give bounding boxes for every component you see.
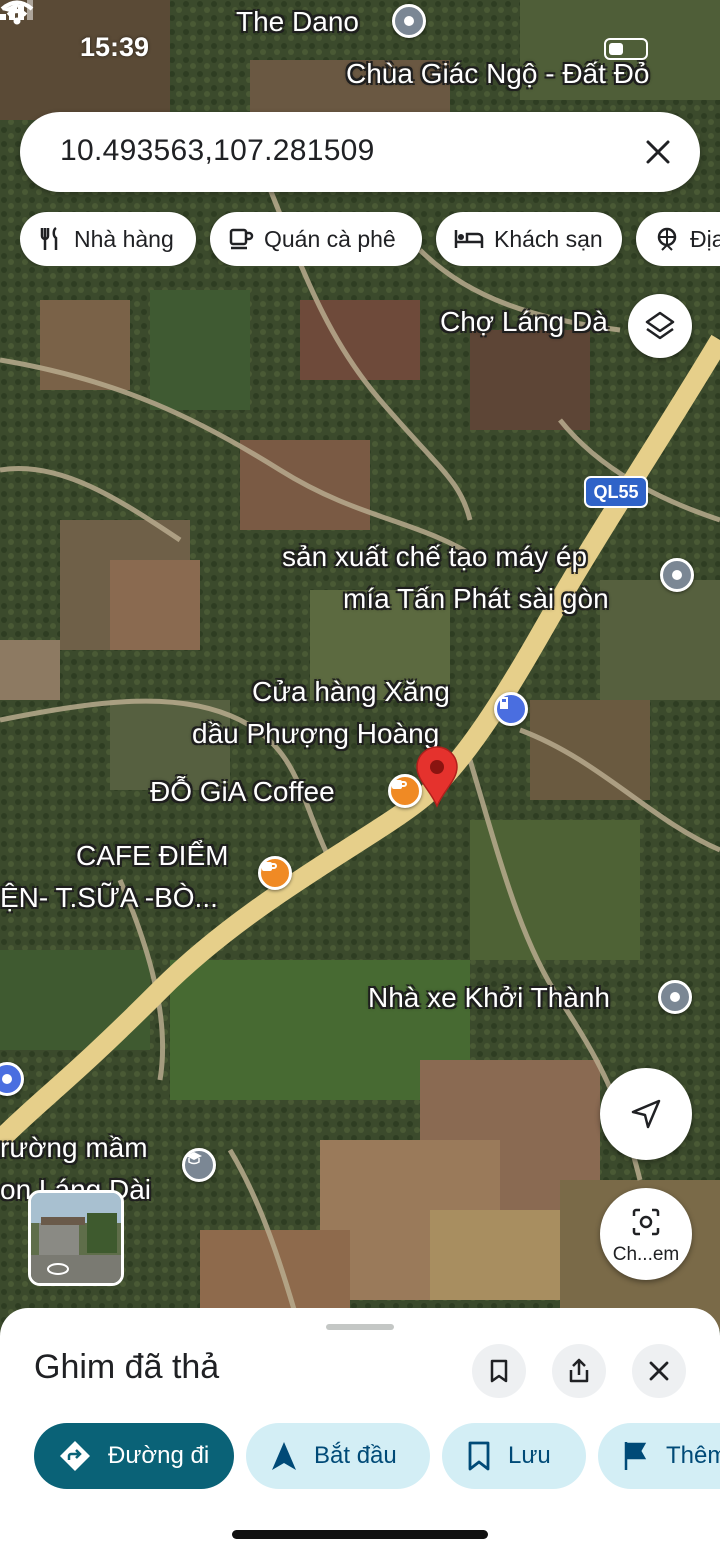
chip-label: Địa (690, 225, 720, 252)
chip-label: Nhà hàng (74, 225, 174, 252)
more-label: Thêm (666, 1442, 720, 1469)
start-label: Bắt đầu (314, 1442, 397, 1469)
place-label-cafe-diem-line2[interactable]: ỆN- T.SỮA -BÒ... (0, 880, 218, 916)
category-chips: Nhà hàng Quán cà phê Khách sạn Địa (20, 212, 720, 266)
street-view-thumbnail[interactable] (28, 1190, 124, 1286)
camera-lens-icon (632, 1208, 660, 1236)
home-indicator[interactable] (232, 1530, 488, 1539)
place-label-nha-xe[interactable]: Nhà xe Khởi Thành (368, 980, 610, 1016)
place-label-cafe-diem-line1[interactable]: CAFE ĐIỂM (76, 838, 228, 874)
place-pin-icon[interactable] (660, 558, 694, 592)
bookmark-icon (490, 1359, 508, 1383)
bottom-sheet: Ghim đã thả Đường đi Bắt đầu Lưu Thêm (0, 1308, 720, 1560)
status-time: 15:39 (80, 32, 150, 62)
layers-button[interactable] (628, 294, 692, 358)
drag-handle[interactable] (326, 1324, 394, 1330)
save-label: Lưu (508, 1442, 551, 1469)
close-icon (649, 1361, 669, 1381)
navigation-arrow-icon (272, 1442, 296, 1470)
layers-icon (645, 311, 675, 340)
place-label-xang-line1[interactable]: Cửa hàng Xăng (252, 674, 450, 710)
action-buttons: Đường đi Bắt đầu Lưu Thêm (34, 1423, 720, 1489)
coffee-pin-icon[interactable] (258, 856, 292, 890)
bookmark-icon (468, 1441, 490, 1471)
status-bar: 15:39 (0, 0, 720, 100)
fork-knife-icon (40, 226, 58, 250)
directions-button[interactable]: Đường đi (34, 1423, 234, 1489)
place-label-truong-line1[interactable]: rường mầm (0, 1130, 148, 1166)
chip-restaurants[interactable]: Nhà hàng (20, 212, 196, 266)
chip-attractions[interactable]: Địa (636, 212, 720, 266)
save-button[interactable] (472, 1344, 526, 1398)
battery-icon (604, 38, 648, 60)
chip-coffee[interactable]: Quán cà phê (210, 212, 422, 266)
place-label-do-gia-coffee[interactable]: ĐỖ GiA Coffee (150, 774, 335, 810)
more-button[interactable]: Thêm (598, 1423, 720, 1489)
chip-label: Quán cà phê (264, 225, 396, 252)
place-label-tan-phat-line1[interactable]: sản xuất chế tạo máy ép (282, 539, 587, 575)
close-icon[interactable] (642, 136, 674, 168)
share-icon (569, 1358, 589, 1383)
gas-station-icon[interactable] (494, 692, 528, 726)
lens-button[interactable]: Ch...em (600, 1188, 692, 1280)
save-action-button[interactable]: Lưu (442, 1423, 586, 1489)
flag-icon (624, 1442, 647, 1470)
navigation-arrow-icon (631, 1099, 661, 1129)
bed-icon (454, 230, 484, 248)
lens-label: Ch...em (612, 1244, 680, 1265)
dropped-pin-icon[interactable] (414, 746, 460, 808)
chip-label: Khách sạn (494, 225, 603, 252)
road-badge-ql55: QL55 (593, 481, 639, 502)
place-pin-icon[interactable] (658, 980, 692, 1014)
close-sheet-button[interactable] (632, 1344, 686, 1398)
attraction-icon (657, 227, 677, 251)
sheet-title: Ghim đã thả (34, 1348, 220, 1386)
school-pin-icon[interactable] (182, 1148, 216, 1182)
search-bar[interactable]: 10.493563,107.281509 (20, 112, 700, 192)
wifi-icon (0, 0, 34, 25)
place-label-xang-line2[interactable]: dầu Phượng Hoàng (192, 716, 439, 752)
directions-icon (60, 1441, 90, 1471)
place-label-cho-lang-dai[interactable]: Chợ Láng Dà (440, 304, 608, 340)
start-button[interactable]: Bắt đầu (246, 1423, 430, 1489)
share-button[interactable] (552, 1344, 606, 1398)
rotate-360-icon (47, 1263, 69, 1275)
search-query[interactable]: 10.493563,107.281509 (60, 134, 375, 168)
chip-hotels[interactable]: Khách sạn (436, 212, 622, 266)
directions-label: Đường đi (108, 1442, 210, 1469)
my-location-button[interactable] (600, 1068, 692, 1160)
place-label-tan-phat-line2[interactable]: mía Tấn Phát sài gòn (343, 581, 609, 617)
coffee-cup-icon (229, 228, 254, 250)
